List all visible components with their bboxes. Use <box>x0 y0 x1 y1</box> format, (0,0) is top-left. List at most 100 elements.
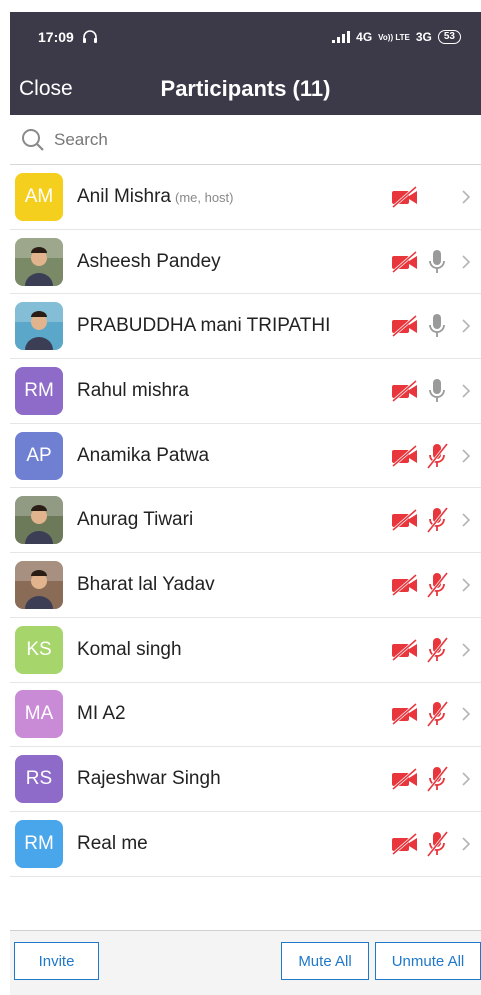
network-label: 4G <box>356 30 373 44</box>
video-off-icon <box>389 249 421 275</box>
participant-name-text: Bharat lal Yadav <box>77 573 215 595</box>
participant-status-icons <box>389 359 481 423</box>
participant-row[interactable]: Bharat lal Yadav <box>10 553 481 618</box>
video-off-icon <box>389 378 421 404</box>
microphone-icon <box>421 249 453 275</box>
participant-name: Real me <box>77 833 148 855</box>
chevron-right-icon[interactable] <box>455 771 477 787</box>
avatar: RS <box>15 755 63 804</box>
participant-name-text: Anamika Patwa <box>77 444 210 466</box>
chevron-right-icon[interactable] <box>455 642 477 658</box>
microphone-muted-icon <box>421 830 453 857</box>
status-time: 17:09 <box>38 29 98 45</box>
participant-status-icons <box>389 683 481 747</box>
chevron-right-icon[interactable] <box>455 577 477 593</box>
audio-none-placeholder <box>421 184 453 210</box>
participant-row[interactable]: Asheesh Pandey <box>10 230 481 295</box>
search-input[interactable] <box>52 128 456 151</box>
participant-row[interactable]: KS Komal singh <box>10 618 481 683</box>
participants-header: Close Participants (11) <box>10 62 481 115</box>
participant-name: PRABUDDHA mani TRIPATHI <box>77 315 330 337</box>
video-off-icon <box>389 572 421 598</box>
network2-label: 3G <box>415 30 432 44</box>
microphone-muted-icon <box>421 636 453 663</box>
avatar-photo <box>15 496 63 545</box>
participant-status-icons <box>389 812 481 876</box>
participant-name: Bharat lal Yadav <box>77 574 215 596</box>
video-off-icon <box>389 766 421 792</box>
avatar: RM <box>15 366 63 415</box>
participant-name-text: MI A2 <box>77 703 126 725</box>
avatar-photo <box>15 237 63 286</box>
participant-name-text: Komal singh <box>77 638 182 660</box>
participant-status-icons <box>389 618 481 682</box>
participant-name: Anurag Tiwari <box>77 509 193 531</box>
chevron-right-icon[interactable] <box>455 448 477 464</box>
video-off-icon <box>389 701 421 727</box>
video-off-icon <box>389 507 421 533</box>
microphone-icon <box>421 313 453 339</box>
participant-name: Anamika Patwa <box>77 445 209 467</box>
participant-row[interactable]: AM Anil Mishra (me, host) <box>10 165 481 230</box>
participant-row[interactable]: MA MI A2 <box>10 683 481 748</box>
participant-list: AM Anil Mishra (me, host) Asheesh Pandey PRA… <box>10 165 481 877</box>
participant-status-icons <box>389 230 481 294</box>
microphone-muted-icon <box>421 442 453 469</box>
avatar-photo <box>15 560 63 609</box>
participant-name-text: Rahul mishra <box>77 379 189 401</box>
microphone-muted-icon <box>421 507 453 534</box>
search-icon <box>22 128 44 151</box>
participant-status-icons <box>389 553 481 617</box>
signal-icon <box>332 31 351 43</box>
chevron-right-icon[interactable] <box>455 189 477 205</box>
participant-row[interactable]: AP Anamika Patwa <box>10 424 481 489</box>
avatar: MA <box>15 690 63 739</box>
participant-status-icons <box>389 747 481 811</box>
participant-row[interactable]: RM Rahul mishra <box>10 359 481 424</box>
chevron-right-icon[interactable] <box>455 836 477 852</box>
footer-toolbar: Invite Mute All Unmute All <box>10 930 481 995</box>
participant-status-icons <box>389 488 481 552</box>
participant-name-text: Real me <box>77 832 148 854</box>
video-off-icon <box>389 184 421 210</box>
avatar: AM <box>15 172 63 221</box>
participant-name: Asheesh Pandey <box>77 251 221 273</box>
avatar-photo <box>15 302 63 351</box>
participant-name-text: PRABUDDHA mani TRIPATHI <box>77 315 331 337</box>
participant-name: Rajeshwar Singh <box>77 768 221 790</box>
participant-row[interactable]: RS Rajeshwar Singh <box>10 747 481 812</box>
chevron-right-icon[interactable] <box>455 318 477 334</box>
participant-name: Anil Mishra (me, host) <box>77 186 234 208</box>
video-off-icon <box>389 313 421 339</box>
chevron-right-icon[interactable] <box>455 383 477 399</box>
search-bar <box>10 115 481 165</box>
volte-label: Vo)) LTE <box>378 32 410 42</box>
chevron-right-icon[interactable] <box>455 512 477 528</box>
mute-all-button[interactable]: Mute All <box>281 942 369 980</box>
host-tag: (me, host) <box>174 189 234 205</box>
unmute-all-button[interactable]: Unmute All <box>375 942 481 980</box>
participant-name: Komal singh <box>77 639 182 661</box>
microphone-muted-icon <box>421 572 453 598</box>
chevron-right-icon[interactable] <box>455 254 477 270</box>
participant-name-text: Rajeshwar Singh <box>77 768 221 790</box>
invite-button[interactable]: Invite <box>14 942 99 980</box>
participant-status-icons <box>389 165 481 229</box>
close-button[interactable]: Close <box>19 77 73 101</box>
participant-status-icons <box>389 294 481 358</box>
chevron-right-icon[interactable] <box>455 706 477 722</box>
microphone-muted-icon <box>421 766 453 792</box>
participant-name-text: Anurag Tiwari <box>77 509 194 531</box>
page-title: Participants (11) <box>160 75 331 101</box>
headphones-icon <box>82 30 97 43</box>
participant-name: Rahul mishra <box>77 380 189 402</box>
microphone-muted-icon <box>421 701 453 728</box>
clock: 17:09 <box>38 29 74 45</box>
battery-icon: 53 <box>437 30 461 44</box>
participant-row[interactable]: RM Real me <box>10 812 481 877</box>
video-off-icon <box>389 637 421 663</box>
participant-name-text: Anil Mishra <box>77 185 171 207</box>
participant-row[interactable]: PRABUDDHA mani TRIPATHI <box>10 294 481 360</box>
participant-row[interactable]: Anurag Tiwari <box>10 488 481 554</box>
avatar: RM <box>15 819 63 868</box>
